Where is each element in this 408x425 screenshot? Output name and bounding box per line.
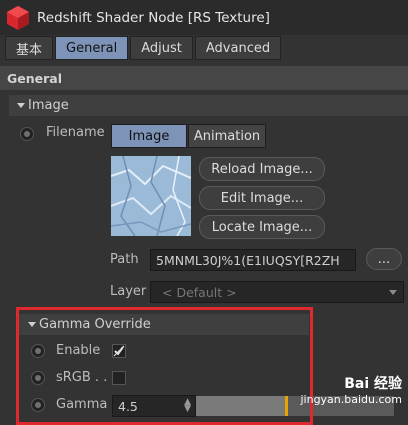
collapse-triangle-icon[interactable] <box>28 322 36 327</box>
group-header-image[interactable]: Image <box>9 95 408 116</box>
layer-value: < Default > <box>162 284 237 300</box>
section-title: General <box>7 70 62 86</box>
tab-bar: 基本 General Adjust Advanced <box>5 36 283 60</box>
chevron-down-icon <box>389 290 397 295</box>
tab-basic[interactable]: 基本 <box>5 36 54 60</box>
tab-advanced[interactable]: Advanced <box>194 36 282 60</box>
collapse-triangle-icon[interactable] <box>17 103 25 108</box>
edit-image-button[interactable]: Edit Image... <box>199 186 325 210</box>
path-value: 5MNML30J%1(E1IUQSY[R2ZH <box>156 252 340 268</box>
locate-image-button[interactable]: Locate Image... <box>199 215 325 239</box>
group-header-gamma-override[interactable]: Gamma Override <box>19 314 309 335</box>
gamma-animate-radio[interactable] <box>31 398 45 412</box>
browse-button[interactable]: ... <box>366 248 402 270</box>
image-mode-button[interactable]: Image <box>111 124 187 148</box>
enable-checkbox[interactable] <box>112 344 126 358</box>
gamma-slider-knob[interactable] <box>285 396 288 416</box>
reload-image-button[interactable]: Reload Image... <box>199 157 325 181</box>
group-title-image: Image <box>28 98 69 113</box>
gamma-slider-fill <box>196 396 285 416</box>
group-title-gamma-override: Gamma Override <box>39 317 151 332</box>
layer-dropdown[interactable]: < Default > <box>150 281 404 303</box>
spinner-arrows-icon[interactable]: ▲ ▼ <box>184 398 191 414</box>
layer-label: Layer <box>110 284 147 299</box>
title-bar: Redshift Shader Node [RS Texture] <box>0 0 408 35</box>
enable-animate-radio[interactable] <box>31 344 45 358</box>
section-header-general: General <box>0 66 408 90</box>
filename-animate-radio[interactable] <box>20 127 34 141</box>
redshift-logo-icon <box>7 5 29 30</box>
tab-general[interactable]: General <box>55 36 129 60</box>
path-label: Path <box>110 252 139 267</box>
srgb-checkbox[interactable] <box>112 371 126 385</box>
gamma-value: 4.5 <box>118 398 138 414</box>
enable-label: Enable <box>56 343 101 358</box>
path-field[interactable]: 5MNML30J%1(E1IUQSY[R2ZH <box>150 249 356 271</box>
checkmark-icon <box>113 345 125 357</box>
watermark: Bai 经验 jingyan.baidu.com <box>290 373 408 415</box>
filename-label: Filename <box>46 125 105 140</box>
srgb-label: sRGB . . <box>56 370 108 385</box>
tab-adjust[interactable]: Adjust <box>130 36 193 60</box>
animation-mode-button[interactable]: Animation <box>188 124 266 148</box>
watermark-url: jingyan.baidu.com <box>300 393 402 406</box>
gamma-label: Gamma <box>56 397 108 412</box>
srgb-animate-radio[interactable] <box>31 371 45 385</box>
window-title: Redshift Shader Node [RS Texture] <box>37 9 270 26</box>
watermark-logo: Bai 经验 <box>344 376 402 392</box>
texture-thumbnail <box>111 156 191 236</box>
gamma-input[interactable]: 4.5 ▲ ▼ <box>112 395 196 417</box>
